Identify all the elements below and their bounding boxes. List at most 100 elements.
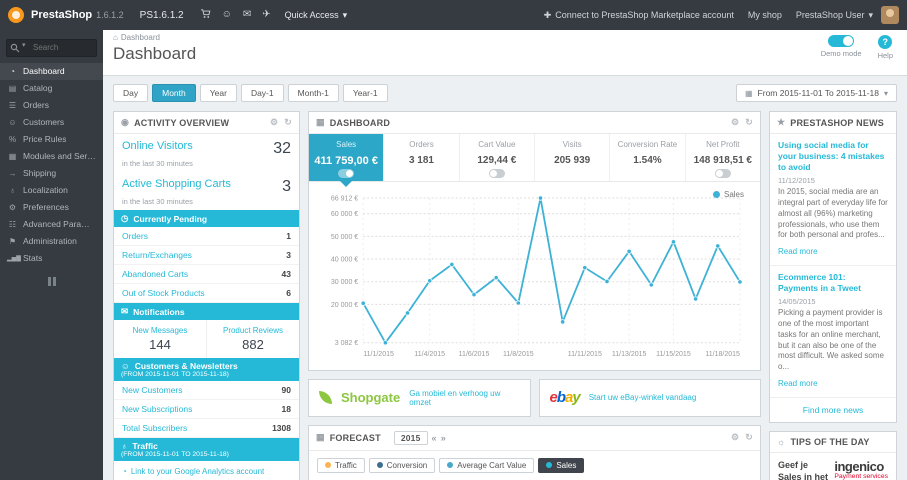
sidebar-item-modules[interactable]: ▦ Modules and Services — [0, 148, 103, 165]
notifications-grid: New Messages 144 Product Reviews 882 — [114, 320, 299, 358]
filter-month-button[interactable]: Month — [152, 84, 196, 102]
cart-icon[interactable] — [200, 8, 211, 22]
breadcrumb-label[interactable]: Dashboard — [121, 33, 160, 42]
sidebar-item-localization[interactable]: ♁ Localization — [0, 182, 103, 199]
localization-icon: ♁ — [9, 185, 16, 195]
sidebar-item-preferences[interactable]: ⚙ Preferences — [0, 199, 103, 216]
my-shop-link[interactable]: My shop — [748, 10, 782, 20]
stats-icon: ▂▅▇ — [7, 255, 21, 262]
customers-row-new-subscriptions[interactable]: New Subscriptions 18 — [114, 400, 299, 419]
demo-mode-label: Demo mode — [820, 49, 862, 58]
previous-year-icon[interactable]: « — [432, 433, 437, 443]
refresh-icon[interactable]: ↻ — [745, 432, 753, 443]
advanced-parameters-icon: ☷ — [8, 219, 17, 229]
rocket-icon[interactable]: ✈ — [262, 10, 270, 20]
sidebar-item-stats[interactable]: ▂▅▇ Stats — [0, 250, 103, 267]
product-reviews-cell[interactable]: Product Reviews 882 — [206, 320, 299, 358]
ebay-module-ad[interactable]: ebay Start uw eBay-winkel vandaag — [538, 378, 761, 417]
row-value: 6 — [286, 288, 291, 298]
marketplace-connect-link[interactable]: ✚ Connect to PrestaShop Marketplace acco… — [544, 10, 734, 21]
ebay-ad-link[interactable]: Start uw eBay-winkel vandaag — [589, 393, 697, 402]
svg-text:3 082 €: 3 082 € — [335, 340, 359, 347]
pending-row-returns[interactable]: Return/Exchanges 3 — [114, 246, 299, 265]
forecast-legend-traffic[interactable]: Traffic — [317, 457, 365, 473]
read-more-link[interactable]: Read more — [778, 247, 818, 256]
kpi-orders[interactable]: Orders 3 181 — [384, 134, 460, 181]
gear-icon[interactable]: ⚙ — [270, 117, 278, 128]
row-value: 43 — [281, 269, 291, 279]
sidebar-item-orders[interactable]: ☰ Orders — [0, 97, 103, 114]
kpi-toggle-icon[interactable] — [488, 169, 505, 178]
article-title-link[interactable]: Ecommerce 101: Payments in a Tweet — [778, 272, 888, 294]
refresh-icon[interactable]: ↻ — [745, 117, 753, 128]
filter-month-1-button[interactable]: Month-1 — [287, 84, 339, 102]
sidebar-item-catalog[interactable]: ▤ Catalog — [0, 80, 103, 97]
demo-mode-toggle[interactable]: Demo mode — [821, 35, 862, 60]
kpi-toggle-icon[interactable] — [714, 169, 731, 178]
sidebar-item-customers[interactable]: ☺ Customers — [0, 114, 103, 131]
sidebar-item-label: Modules and Services — [23, 151, 96, 161]
online-visitors-label[interactable]: Online Visitors — [122, 140, 193, 152]
article-title-link[interactable]: Using social media for your business: 4 … — [778, 140, 888, 173]
pending-row-out-of-stock[interactable]: Out of Stock Products 6 — [114, 284, 299, 303]
article-excerpt: In 2015, social media are an integral pa… — [778, 187, 888, 240]
read-more-link[interactable]: Read more — [778, 379, 818, 388]
filter-day-button[interactable]: Day — [113, 84, 149, 102]
kpi-sales[interactable]: Sales 411 759,00 € — [309, 134, 385, 187]
dashboard-panel-header: ▦ DASHBOARD ⚙ ↻ — [309, 112, 760, 134]
kpi-value: 411 759,00 € — [314, 155, 378, 167]
filter-year-1-button[interactable]: Year-1 — [342, 84, 388, 102]
collapse-sidebar-button[interactable] — [46, 276, 58, 286]
date-range-picker[interactable]: ▦ From 2015-11-01 To 2015-11-18 ▾ — [735, 84, 897, 102]
new-messages-cell[interactable]: New Messages 144 — [114, 320, 206, 358]
sidebar-item-shipping[interactable]: → Shipping — [0, 165, 103, 182]
kpi-visits[interactable]: Visits 205 939 — [535, 134, 611, 181]
shopgate-module-ad[interactable]: Shopgate Ga mobiel en verhoog uw omzet — [308, 378, 531, 417]
customers-row-total-subscribers[interactable]: Total Subscribers 1308 — [114, 419, 299, 438]
user-avatar[interactable] — [881, 6, 899, 24]
svg-text:20 000 €: 20 000 € — [331, 302, 358, 309]
gear-icon[interactable]: ⚙ — [731, 117, 739, 128]
sidebar-item-administration[interactable]: ⚑ Administration — [0, 233, 103, 250]
active-carts-label[interactable]: Active Shopping Carts — [122, 178, 231, 190]
profile-icon[interactable]: ☺ — [222, 10, 232, 20]
mail-icon[interactable]: ✉ — [243, 10, 251, 20]
forecast-legend-conversion[interactable]: Conversion — [368, 457, 436, 473]
dashboard-panel-title: DASHBOARD — [329, 117, 391, 128]
filter-year-button[interactable]: Year — [199, 84, 237, 102]
forecast-legend-sales[interactable]: Sales — [538, 457, 585, 473]
kpi-value: 205 939 — [554, 155, 591, 166]
my-shop-label: My shop — [747, 10, 782, 20]
next-year-icon[interactable]: » — [441, 433, 446, 443]
kpi-cart-value[interactable]: Cart Value 129,44 € — [460, 134, 535, 181]
kpi-toggle-icon[interactable] — [338, 169, 355, 178]
pending-row-abandoned-carts[interactable]: Abandoned Carts 43 — [114, 265, 299, 284]
quick-access-menu[interactable]: Quick Access ▾ — [285, 10, 348, 21]
sidebar-item-dashboard[interactable]: ◔ Dashboard — [0, 62, 103, 80]
gear-icon[interactable]: ⚙ — [731, 432, 739, 443]
article-excerpt: Picking a payment provider is one of the… — [778, 308, 884, 372]
refresh-icon[interactable]: ↻ — [284, 117, 292, 128]
svg-text:66 912 €: 66 912 € — [331, 196, 358, 203]
toggle-switch-icon[interactable] — [828, 35, 855, 47]
forecast-year-select[interactable]: 2015 — [393, 430, 428, 445]
customers-row-new-customers[interactable]: New Customers 90 — [114, 381, 299, 400]
google-analytics-link[interactable]: ◔ Link to your Google Analytics account — [114, 461, 299, 480]
sales-line-chart: 11/1/2015 11/4/2015 11/6/2015 11/8/2015 11/1… — [317, 188, 752, 368]
sidebar-item-advanced-parameters[interactable]: ☷ Advanced Parameters — [0, 216, 103, 233]
sidebar-item-price-rules[interactable]: % Price Rules — [0, 131, 103, 148]
traffic-header: ♁ Traffic (FROM 2015-11-01 TO 2015-11-18… — [114, 438, 299, 461]
help-button[interactable]: ? Help — [878, 35, 893, 60]
row-value: 3 — [286, 250, 291, 260]
find-more-news-link[interactable]: Find more news — [770, 398, 896, 422]
user-menu[interactable]: PrestaShop User ▾ — [796, 10, 873, 21]
kpi-net-profit[interactable]: Net Profit 148 918,51 € — [686, 134, 760, 181]
filter-day-1-button[interactable]: Day-1 — [240, 84, 284, 102]
svg-text:30 000 €: 30 000 € — [331, 279, 358, 286]
kpi-conversion-rate[interactable]: Conversion Rate 1.54% — [610, 134, 686, 181]
shop-name[interactable]: PS1.6.1.2 — [140, 10, 184, 21]
shopgate-ad-link[interactable]: Ga mobiel en verhoog uw omzet — [409, 389, 519, 407]
forecast-legend-average-cart-value[interactable]: Average Cart Value — [439, 457, 535, 473]
search-scope-caret-icon[interactable]: ▾ — [22, 41, 26, 49]
pending-row-orders[interactable]: Orders 1 — [114, 227, 299, 246]
